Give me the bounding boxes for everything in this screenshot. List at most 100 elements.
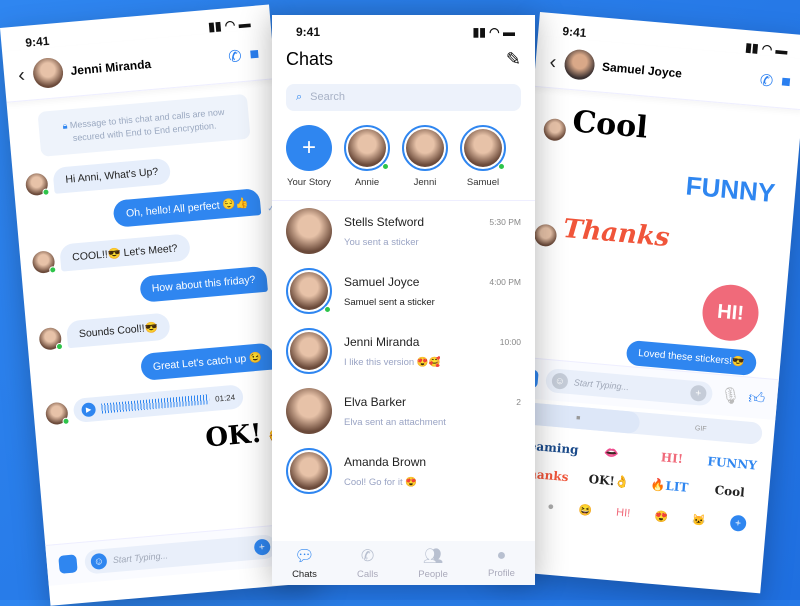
message-input[interactable]: ☺ Start Typing... + (544, 367, 714, 407)
waveform (101, 394, 210, 414)
message-bubble: How about this friday? (138, 265, 269, 303)
sticker-option[interactable]: HI! (644, 449, 700, 468)
avatar (406, 129, 444, 167)
story-label: Annie (354, 177, 380, 188)
tab-label: Calls (357, 569, 379, 580)
chat-time: 5:30 PM (489, 217, 521, 227)
chat-preview: I like this version 😍🥰 (344, 356, 441, 368)
message-input[interactable]: ☺ Start Typing... + (83, 533, 277, 575)
avatar (286, 388, 332, 434)
avatar[interactable] (562, 48, 596, 81)
online-indicator (324, 306, 331, 313)
add-icon[interactable]: + (689, 384, 707, 402)
hi-sticker: HI! (700, 282, 761, 344)
search-icon: ⌕ (296, 91, 303, 103)
avatar[interactable] (31, 56, 65, 90)
story-avatar[interactable] (344, 125, 390, 171)
search-input[interactable]: ⌕ Search (286, 84, 521, 111)
cool-sticker: Cool (571, 104, 650, 146)
sticker-option[interactable]: Cool (702, 482, 758, 501)
message-row: Sounds Cool!!😎 (38, 303, 285, 351)
thumbs-up-icon[interactable]: 👍︎ (748, 388, 766, 408)
thanks-sticker: Thanks (561, 213, 671, 254)
video-call-icon[interactable]: ■ (780, 73, 791, 92)
tab-profile[interactable]: ● Profile (488, 547, 515, 579)
story-item[interactable]: Annie (344, 125, 390, 188)
mic-icon[interactable]: 🎙︎ (719, 385, 741, 407)
sticker-option[interactable]: OK!👌 (581, 471, 637, 490)
avatar (290, 452, 328, 490)
chat-name: Samuel Joyce (344, 274, 420, 289)
hi-pack-icon[interactable]: HI! (616, 507, 631, 520)
sticker-option[interactable]: 👄 (584, 444, 640, 463)
online-indicator (498, 163, 505, 170)
cat-pack-icon[interactable]: 🐱 (692, 513, 707, 527)
chat-preview: Samuel sent a sticker (344, 296, 435, 308)
video-call-icon[interactable]: ■ (249, 46, 260, 65)
online-indicator (49, 266, 57, 274)
chat-row[interactable]: Stells Stefword You sent a sticker 5:30 PM (272, 201, 535, 261)
story-item[interactable]: + Your Story (286, 125, 332, 188)
funny-sticker: FUNNY (684, 170, 777, 209)
status-time: 9:41 (296, 25, 321, 39)
story-avatar[interactable] (402, 125, 448, 171)
avatar (38, 327, 64, 351)
contact-name: Samuel Joyce (601, 59, 683, 81)
tab-chats[interactable]: 💬︎ Chats (292, 546, 317, 580)
avatar (286, 208, 332, 254)
compose-icon[interactable]: ✎ (506, 49, 521, 70)
chat-time: 10:00 (499, 337, 521, 347)
message-row: Great Let's catch up 😉✓ (41, 341, 289, 389)
back-button[interactable]: ‹ (549, 51, 558, 74)
chat-name: Amanda Brown (344, 454, 427, 469)
emoji-icon[interactable]: ☺ (90, 552, 108, 571)
emoji-icon[interactable]: ☺ (551, 372, 569, 390)
sticker-option[interactable]: 🔥LIT (642, 477, 698, 496)
message-row: COOL!!😎 Let's Meet? (31, 226, 278, 275)
chat-row[interactable]: Samuel Joyce Samuel sent a sticker 4:00 PM (272, 261, 535, 321)
story-avatar[interactable] (460, 125, 506, 171)
recent-icon[interactable]: ● (547, 501, 555, 514)
sticker-option[interactable]: FUNNY (704, 454, 760, 473)
emoji-tab-icon[interactable]: 😆 (578, 503, 593, 517)
tab-label: Profile (487, 568, 515, 579)
play-icon[interactable]: ▶ (81, 402, 97, 418)
chat-name: Elva Barker (344, 394, 407, 409)
chat-info: Amanda Brown Cool! Go for it 😍 (344, 455, 509, 488)
encryption-notice: 🔒︎ Message to this chat and calls are no… (37, 93, 251, 158)
message-bubble: Sounds Cool!!😎 (65, 312, 171, 349)
story-label: Jenni (413, 177, 437, 188)
tab-bar: 💬︎ Chats ✆ Calls 👥︎ People ● Profile (272, 541, 535, 585)
chat-avatar (286, 268, 332, 314)
message-list: Hi Anni, What's Up? Oh, hello! All perfec… (13, 148, 301, 391)
phone-call-icon[interactable]: ✆ (759, 70, 774, 91)
contact-name: Jenni Miranda (70, 56, 152, 78)
voice-message[interactable]: ▶ 01:24 (72, 384, 245, 424)
chat-row[interactable]: Amanda Brown Cool! Go for it 😍 (272, 441, 535, 501)
add-story-button[interactable]: + (286, 125, 332, 171)
tab-calls[interactable]: ✆ Calls (357, 546, 378, 580)
chat-row[interactable]: Jenni Miranda I like this version 😍🥰 10:00 (272, 321, 535, 381)
phone-call-icon[interactable]: ✆ (227, 46, 243, 67)
chat-preview: Elva sent an attachment (344, 416, 446, 428)
add-pack-button[interactable]: + (729, 514, 747, 532)
chat-row[interactable]: Elva Barker Elva sent an attachment 2 (272, 381, 535, 441)
add-icon[interactable]: + (253, 538, 271, 556)
story-item[interactable]: Jenni (402, 125, 448, 188)
avatar (31, 250, 57, 275)
story-item[interactable]: Samuel (460, 125, 506, 188)
avatar-icon: ● (496, 547, 507, 564)
status-time: 9:41 (561, 24, 587, 41)
love-pack-icon[interactable]: 😍 (654, 509, 669, 523)
online-indicator (382, 163, 389, 170)
chat-avatar (286, 328, 332, 374)
back-button[interactable]: ‹ (17, 64, 26, 87)
tab-people[interactable]: 👥︎ People (418, 546, 448, 580)
sticker-button[interactable] (58, 554, 78, 574)
chat-name: Jenni Miranda (344, 334, 420, 349)
message-bubble: Hi Anni, What's Up? (52, 157, 172, 195)
avatar (464, 129, 502, 167)
avatar (348, 129, 386, 167)
chats-list-screen: 9:41 ▮▮ ◠ ▬ Chats ✎ ⌕ Search + Your Story Ann… (272, 15, 535, 585)
message-bubble: COOL!!😎 Let's Meet? (59, 233, 191, 272)
